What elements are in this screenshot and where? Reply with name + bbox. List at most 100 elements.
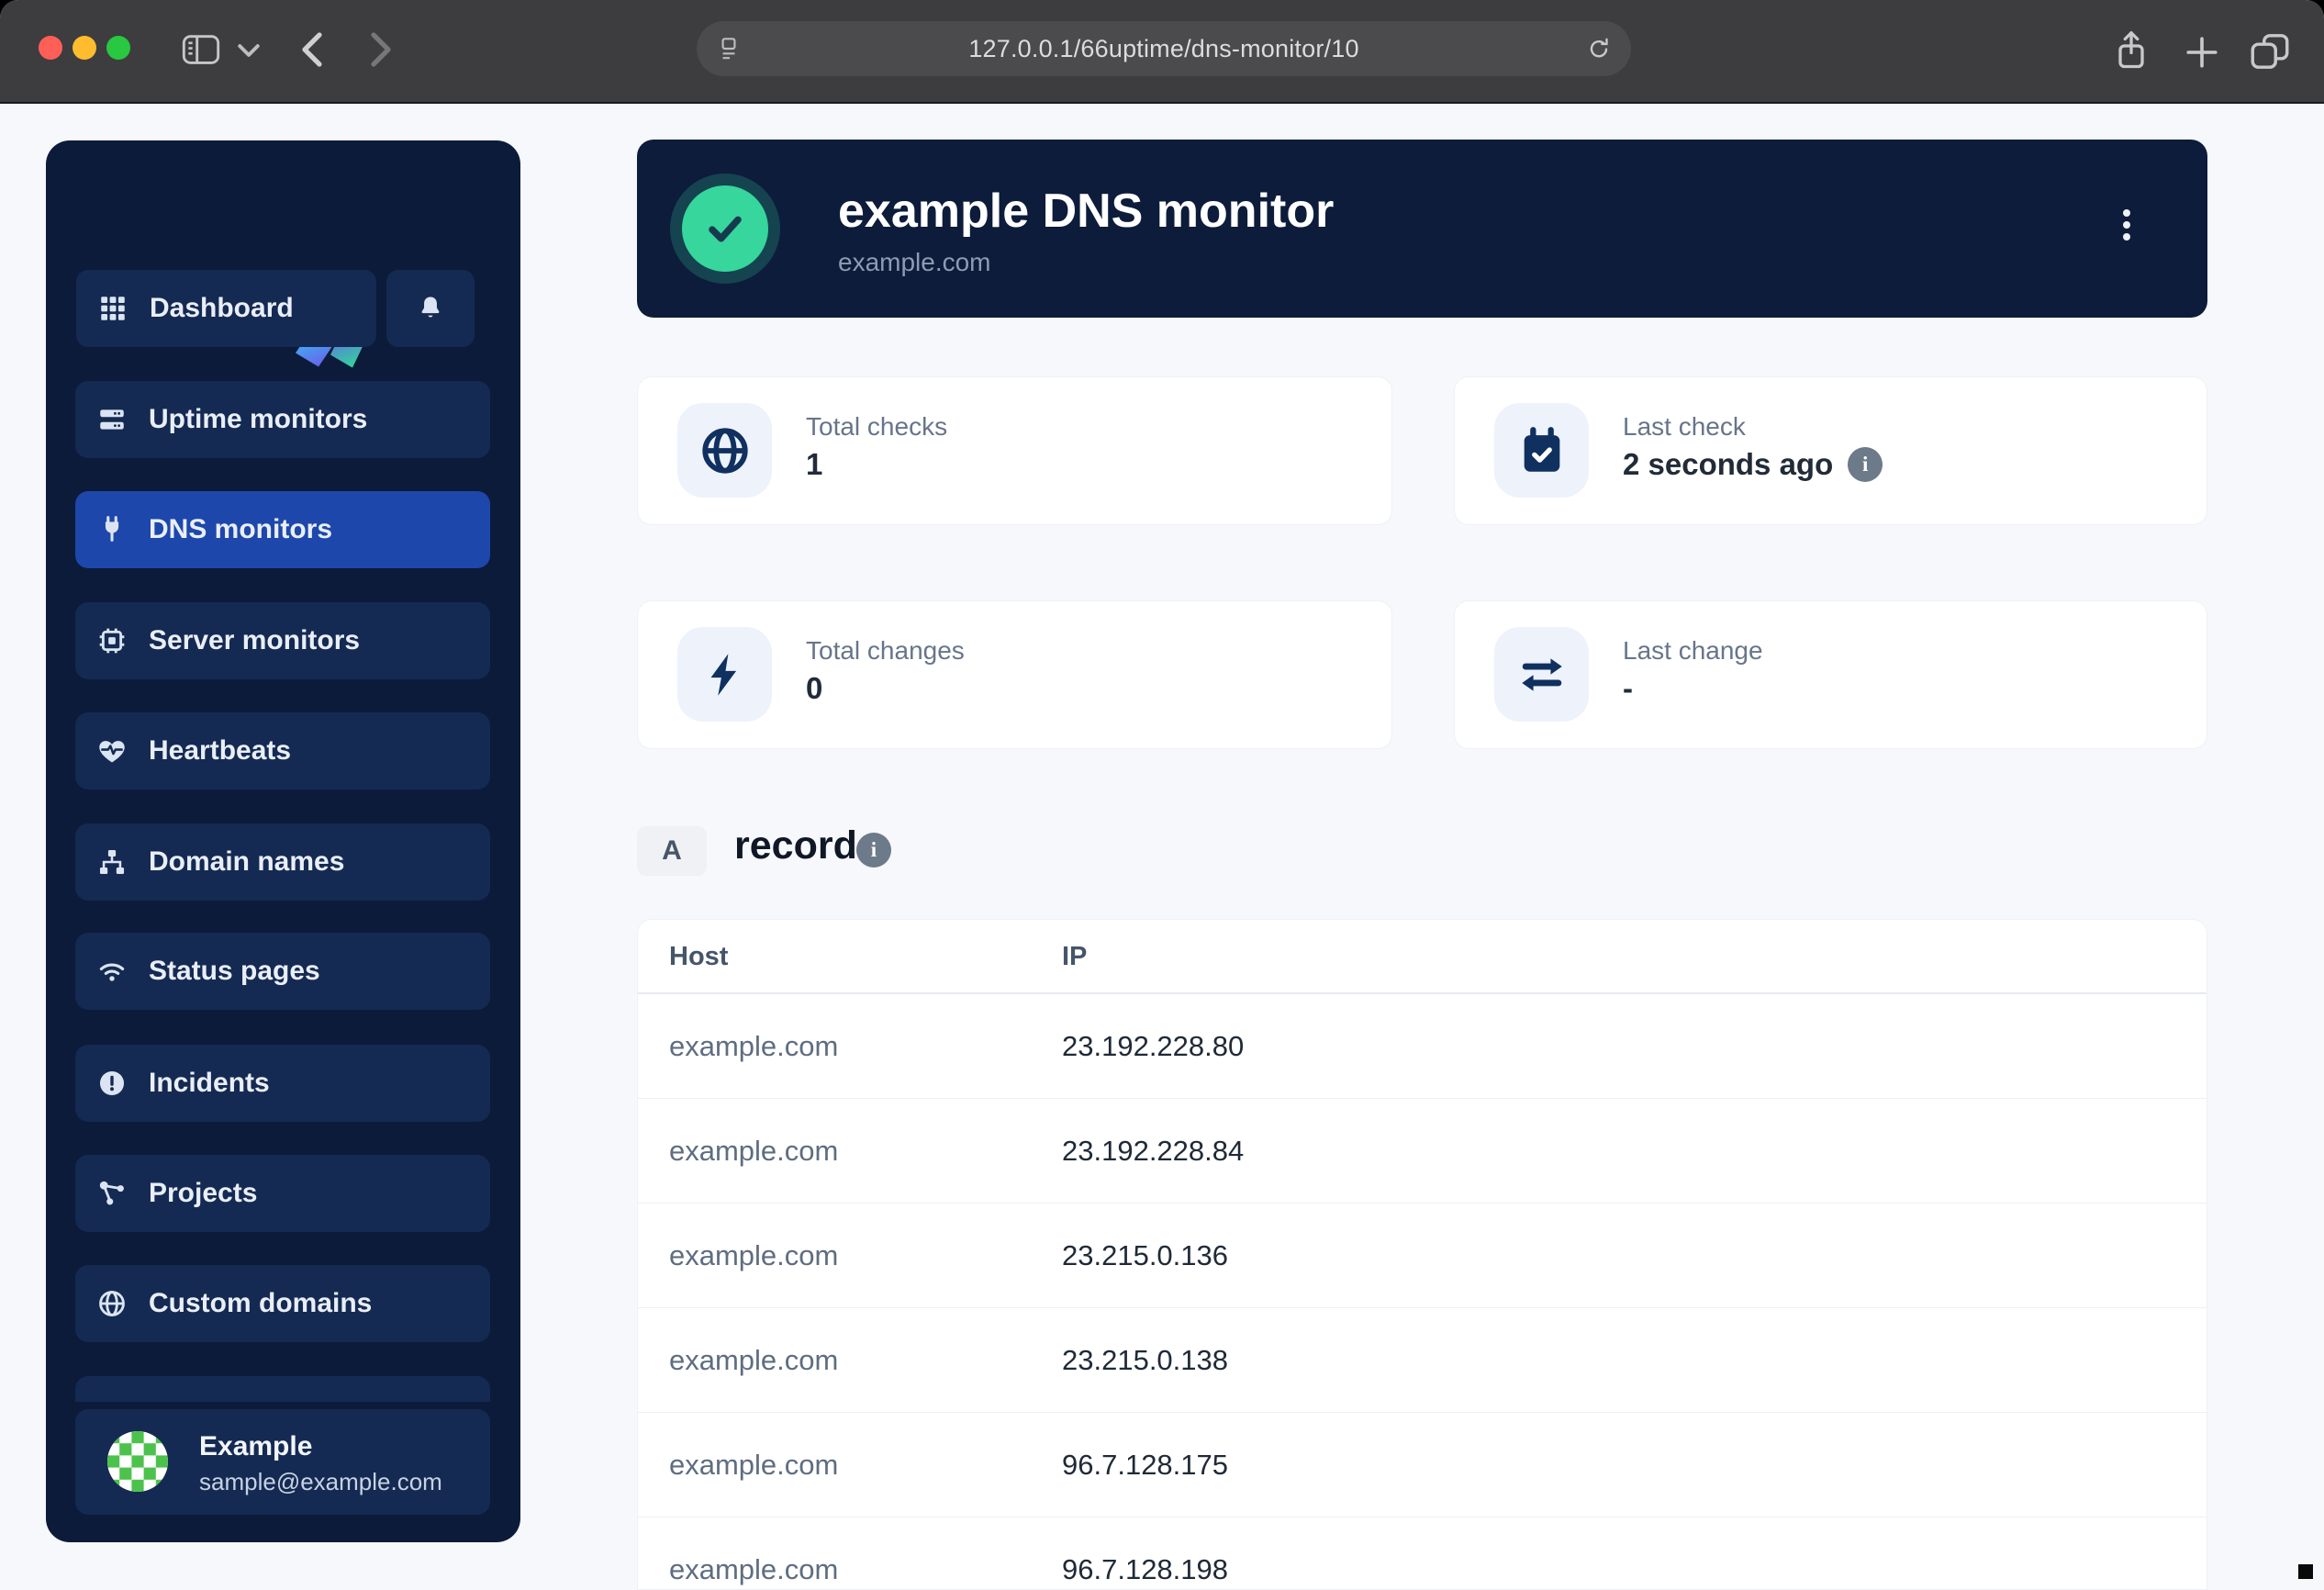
user-avatar [107,1431,168,1492]
stat-card-total-changes: Total changes 0 [637,600,1392,749]
globe-stat-icon [677,403,772,498]
stat-value: 1 [806,447,822,482]
wifi-icon [95,955,128,988]
stat-label: Total checks [806,412,947,442]
sidebar-item-dns-monitors[interactable]: DNS monitors [75,491,490,568]
notifications-button[interactable] [386,270,475,347]
sidebar-item-dashboard[interactable]: Dashboard [76,270,376,347]
sidebar-toggle-icon[interactable] [180,30,222,69]
sidebar-item-label: Projects [149,1178,257,1209]
sidebar-item-label: Uptime monitors [149,404,367,435]
sidebar-item-partial[interactable] [75,1376,490,1402]
dashboard-grid-icon [96,292,129,325]
sidebar-item-heartbeats[interactable]: Heartbeats [75,712,490,789]
sidebar-item-label: Domain names [149,846,344,878]
info-icon[interactable]: i [1848,447,1883,482]
table-row: example.com 23.215.0.138 [638,1308,2207,1413]
stat-card-last-change: Last change - [1454,600,2207,749]
sidebar-item-domain-names[interactable]: Domain names [75,823,490,901]
monitor-header-card: example DNS monitor example.com [637,140,2207,318]
ip-cell: 96.7.128.175 [1062,1449,1228,1482]
sidebar-item-label: Status pages [149,956,320,987]
sidebar-item-label: Incidents [149,1068,270,1099]
zoom-window-button[interactable] [106,36,130,60]
table-row: example.com 23.192.228.80 [638,994,2207,1099]
browser-chrome: 127.0.0.1/66uptime/dns-monitor/10 [0,0,2324,104]
sitemap-icon [95,845,128,879]
column-header-ip: IP [1062,942,1087,972]
stat-label: Last check [1623,412,1746,442]
exclamation-circle-icon [95,1067,128,1100]
stat-card-total-checks: Total checks 1 [637,376,1392,525]
stat-value: 2 seconds ago [1623,447,1833,482]
table-row: example.com 23.215.0.136 [638,1204,2207,1308]
ip-cell: 96.7.128.198 [1062,1553,1228,1586]
stat-value: - [1623,671,1633,706]
sidebar-item-label: Dashboard [150,293,294,324]
host-cell: example.com [669,1449,838,1482]
host-cell: example.com [669,1135,838,1168]
host-cell: example.com [669,1553,838,1586]
address-bar[interactable]: 127.0.0.1/66uptime/dns-monitor/10 [697,21,1631,76]
table-header-row: Host IP [638,920,2207,994]
server-stack-icon [95,403,128,436]
tab-overview-icon[interactable] [2247,29,2293,73]
swap-arrows-icon [1494,627,1589,722]
browser-window: 127.0.0.1/66uptime/dns-monitor/10 [0,0,2324,1590]
table-row: example.com 23.192.228.84 [638,1099,2207,1204]
stat-label: Total changes [806,636,965,666]
sidebar-item-status-pages[interactable]: Status pages [75,933,490,1010]
record-type-badge: A [637,826,707,876]
new-tab-icon[interactable] [2181,31,2223,73]
minimize-window-button[interactable] [73,36,96,60]
stat-value: 0 [806,671,822,706]
ip-cell: 23.215.0.138 [1062,1344,1228,1377]
cpu-chip-icon [95,624,128,657]
table-row: example.com 96.7.128.198 [638,1517,2207,1590]
mouse-cursor [2298,1564,2313,1579]
heartbeat-icon [95,734,128,767]
sidebar-item-label: Custom domains [149,1288,372,1319]
table-row: example.com 96.7.128.175 [638,1413,2207,1517]
stat-card-last-check: Last check 2 seconds ago i [1454,376,2207,525]
status-up-icon [670,174,780,284]
url-text: 127.0.0.1/66uptime/dns-monitor/10 [697,35,1631,63]
bolt-icon [677,627,772,722]
bell-icon [414,292,447,325]
sidebar-item-label: Heartbeats [149,735,291,767]
monitor-options-button[interactable] [2112,196,2141,253]
back-button[interactable] [297,29,329,70]
user-email: sample@example.com [199,1468,442,1496]
records-table: Host IP example.com 23.192.228.80 exampl… [637,919,2207,1590]
chevron-down-icon[interactable] [237,41,261,60]
ip-cell: 23.215.0.136 [1062,1239,1228,1272]
sidebar: Dashboard Uptime monitors [46,140,520,1542]
ip-cell: 23.192.228.84 [1062,1135,1244,1168]
records-info-icon[interactable]: i [856,833,891,868]
close-window-button[interactable] [39,36,62,60]
host-cell: example.com [669,1239,838,1272]
share-nodes-icon [95,1177,128,1210]
host-cell: example.com [669,1030,838,1063]
sidebar-item-incidents[interactable]: Incidents [75,1045,490,1122]
monitor-title: example DNS monitor [838,184,1334,239]
globe-icon [95,1287,128,1320]
sidebar-item-uptime-monitors[interactable]: Uptime monitors [75,381,490,458]
calendar-check-icon [1494,403,1589,498]
share-icon[interactable] [2109,28,2153,75]
sidebar-item-label: DNS monitors [149,514,332,545]
forward-button[interactable] [364,29,396,70]
sidebar-item-label: Server monitors [149,625,360,656]
user-menu[interactable]: Example sample@example.com [75,1409,490,1515]
user-name: Example [199,1431,312,1462]
sidebar-item-server-monitors[interactable]: Server monitors [75,602,490,679]
sidebar-item-projects[interactable]: Projects [75,1155,490,1232]
host-cell: example.com [669,1344,838,1377]
column-header-host: Host [669,942,728,972]
stat-label: Last change [1623,636,1763,666]
ip-cell: 23.192.228.80 [1062,1030,1244,1063]
reload-icon[interactable] [1585,35,1613,62]
sidebar-item-custom-domains[interactable]: Custom domains [75,1265,490,1342]
monitor-domain: example.com [838,248,991,277]
plug-icon [95,513,128,546]
